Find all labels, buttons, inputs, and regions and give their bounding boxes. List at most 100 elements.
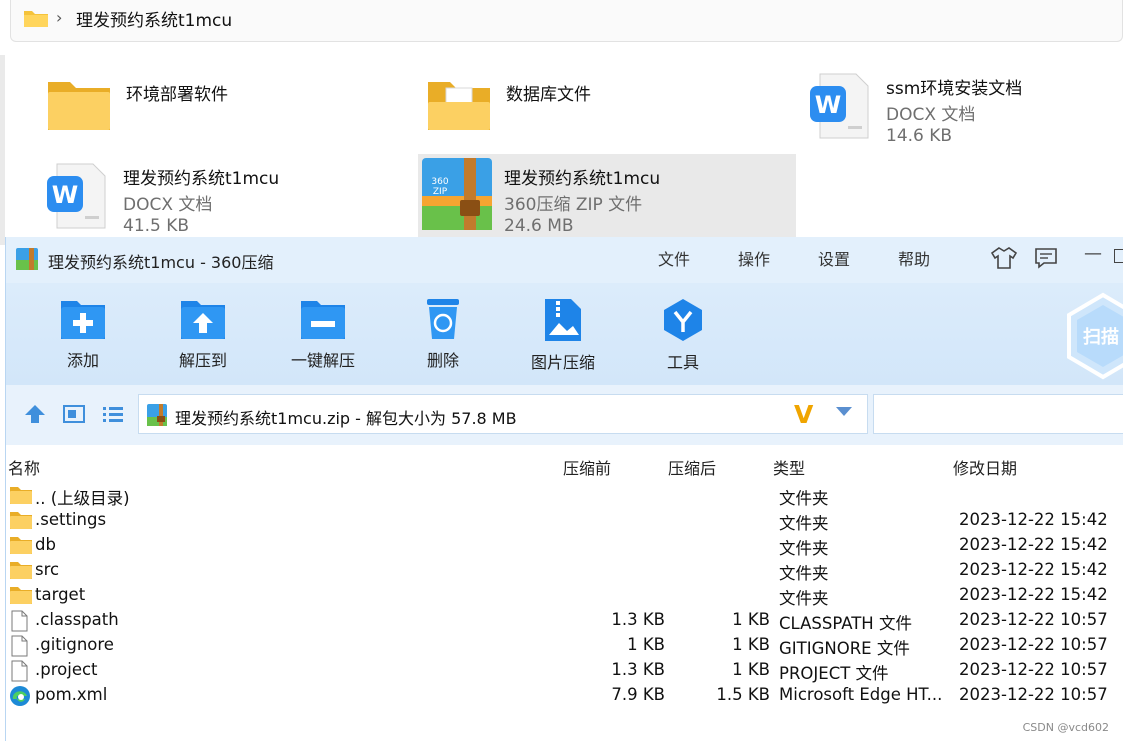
folder-with-document-icon — [428, 82, 490, 130]
explorer-address-bar[interactable]: › 理发预约系统t1mcu — [10, 0, 1123, 42]
item-size: 41.5 KB — [123, 216, 190, 236]
column-name[interactable]: 名称 — [8, 455, 40, 479]
folder-icon — [9, 485, 33, 509]
folder-icon — [48, 82, 110, 130]
row-name: .project — [35, 660, 98, 679]
svg-text:扫描: 扫描 — [1083, 326, 1119, 348]
wps-document-icon: W — [810, 73, 869, 139]
column-modified-date[interactable]: 修改日期 — [953, 455, 1017, 479]
image-compress-button[interactable]: 图片压缩 — [515, 297, 611, 373]
row-name: .gitignore — [35, 635, 114, 654]
row-type: 文件夹 — [779, 539, 829, 558]
dropdown-arrow-icon[interactable] — [836, 407, 852, 416]
row-date: 2023-12-22 15:42 — [959, 560, 1108, 579]
archive-path-text: 理发预约系统t1mcu.zip - 解包大小为 57.8 MB — [175, 409, 517, 428]
delete-button[interactable]: 删除 — [395, 297, 491, 371]
row-size-after: 1 KB — [732, 610, 770, 629]
row-name: .settings — [35, 510, 107, 529]
row-size-before: 1.3 KB — [611, 660, 665, 679]
item-name: 理发预约系统t1mcu — [504, 169, 661, 189]
zip-archive-icon — [147, 404, 167, 426]
row-name: target — [35, 585, 86, 604]
row-date: 2023-12-22 15:42 — [959, 535, 1108, 554]
tools-button[interactable]: 工具 — [635, 297, 731, 373]
add-folder-icon — [61, 301, 105, 339]
column-size-before[interactable]: 压缩前 — [563, 455, 611, 479]
folder-icon — [24, 11, 48, 27]
menu-file[interactable]: 文件 — [658, 246, 690, 270]
chevron-right-icon: › — [56, 8, 63, 27]
item-name: 理发预约系统t1mcu — [123, 169, 280, 189]
row-name: .. (上级目录) — [35, 489, 130, 508]
table-row[interactable]: .settings 文件夹 2023-12-22 15:42 — [6, 508, 1123, 533]
watermark: CSDN @vcd602 — [1022, 721, 1109, 734]
svg-text:ZIP: ZIP — [433, 187, 448, 197]
row-date: 2023-12-22 10:57 — [959, 685, 1108, 704]
table-row[interactable]: .gitignore 1 KB 1 KB GITIGNORE 文件 2023-12-22… — [6, 633, 1123, 658]
row-date: 2023-12-22 10:57 — [959, 610, 1108, 629]
folder-icon — [9, 585, 33, 609]
table-row[interactable]: src 文件夹 2023-12-22 15:42 — [6, 558, 1123, 583]
row-date: 2023-12-22 10:57 — [959, 635, 1108, 654]
svg-text:360: 360 — [431, 177, 448, 187]
search-input[interactable] — [873, 394, 1123, 434]
up-arrow-icon[interactable] — [24, 404, 46, 424]
edge-icon — [9, 685, 31, 711]
row-name: .classpath — [35, 610, 119, 629]
v-logo-icon[interactable]: V — [794, 400, 813, 429]
wps-document-icon: W — [47, 163, 106, 229]
title-bar[interactable]: 理发预约系统t1mcu - 360压缩 文件 操作 设置 帮助 — — [6, 237, 1123, 283]
row-type: 文件夹 — [779, 489, 829, 508]
menu-help[interactable]: 帮助 — [898, 246, 930, 270]
scan-shield-button[interactable]: 扫描 — [1063, 291, 1123, 381]
archive-path-field[interactable]: 理发预约系统t1mcu.zip - 解包大小为 57.8 MB V — [138, 394, 868, 434]
breadcrumb[interactable]: 理发预约系统t1mcu — [76, 6, 232, 31]
window-title: 理发预约系统t1mcu - 360压缩 — [48, 253, 274, 272]
address-row: 理发预约系统t1mcu.zip - 解包大小为 57.8 MB V — [6, 385, 1123, 445]
svg-text:W: W — [815, 91, 841, 119]
archive-window: 理发预约系统t1mcu - 360压缩 文件 操作 设置 帮助 — 添加 解压到… — [5, 237, 1123, 741]
row-type: GITIGNORE 文件 — [779, 639, 910, 658]
item-name: 环境部署软件 — [126, 85, 228, 105]
list-view-icon[interactable] — [102, 404, 124, 424]
menu-operate[interactable]: 操作 — [738, 246, 770, 270]
recycle-bin-icon — [427, 299, 459, 339]
minimize-button[interactable]: — — [1084, 243, 1102, 264]
row-size-before: 1 KB — [627, 635, 665, 654]
row-date: 2023-12-22 15:42 — [959, 510, 1108, 529]
item-name: 数据库文件 — [506, 85, 591, 105]
row-date: 2023-12-22 15:42 — [959, 585, 1108, 604]
table-row[interactable]: target 文件夹 2023-12-22 15:42 — [6, 583, 1123, 608]
feedback-message-icon[interactable] — [1034, 246, 1058, 270]
item-type: DOCX 文档 — [886, 105, 976, 125]
zip-archive-icon: 360 ZIP — [422, 158, 492, 230]
table-row[interactable]: .. (上级目录) 文件夹 — [6, 483, 1123, 508]
item-type: DOCX 文档 — [123, 195, 213, 215]
archive-app-icon — [16, 248, 38, 270]
file-list-header: 名称 压缩前 压缩后 类型 修改日期 — [6, 452, 1123, 478]
menu-settings[interactable]: 设置 — [818, 246, 850, 270]
item-size: 24.6 MB — [504, 216, 574, 236]
row-type: PROJECT 文件 — [779, 664, 889, 683]
table-row[interactable]: pom.xml 7.9 KB 1.5 KB Microsoft Edge HT... 2… — [6, 683, 1123, 708]
one-click-extract-button[interactable]: 一键解压 — [275, 297, 371, 371]
column-size-after[interactable]: 压缩后 — [668, 455, 716, 479]
folder-icon — [9, 535, 33, 559]
skin-shirt-icon[interactable] — [991, 246, 1017, 270]
extract-to-button[interactable]: 解压到 — [155, 297, 251, 371]
row-name: db — [35, 535, 56, 554]
thumbnail-view-icon[interactable] — [63, 404, 85, 424]
column-type[interactable]: 类型 — [773, 455, 805, 479]
row-size-after: 1 KB — [732, 660, 770, 679]
row-type: 文件夹 — [779, 564, 829, 583]
row-date: 2023-12-22 10:57 — [959, 660, 1108, 679]
item-type: 360压缩 ZIP 文件 — [504, 195, 643, 215]
svg-text:W: W — [52, 181, 78, 209]
maximize-button[interactable] — [1114, 249, 1123, 263]
one-click-extract-icon — [301, 301, 345, 339]
table-row[interactable]: .classpath 1.3 KB 1 KB CLASSPATH 文件 2023-12-… — [6, 608, 1123, 633]
add-button[interactable]: 添加 — [35, 297, 131, 371]
table-row[interactable]: .project 1.3 KB 1 KB PROJECT 文件 2023-12-22 1… — [6, 658, 1123, 683]
row-type: 文件夹 — [779, 514, 829, 533]
table-row[interactable]: db 文件夹 2023-12-22 15:42 — [6, 533, 1123, 558]
